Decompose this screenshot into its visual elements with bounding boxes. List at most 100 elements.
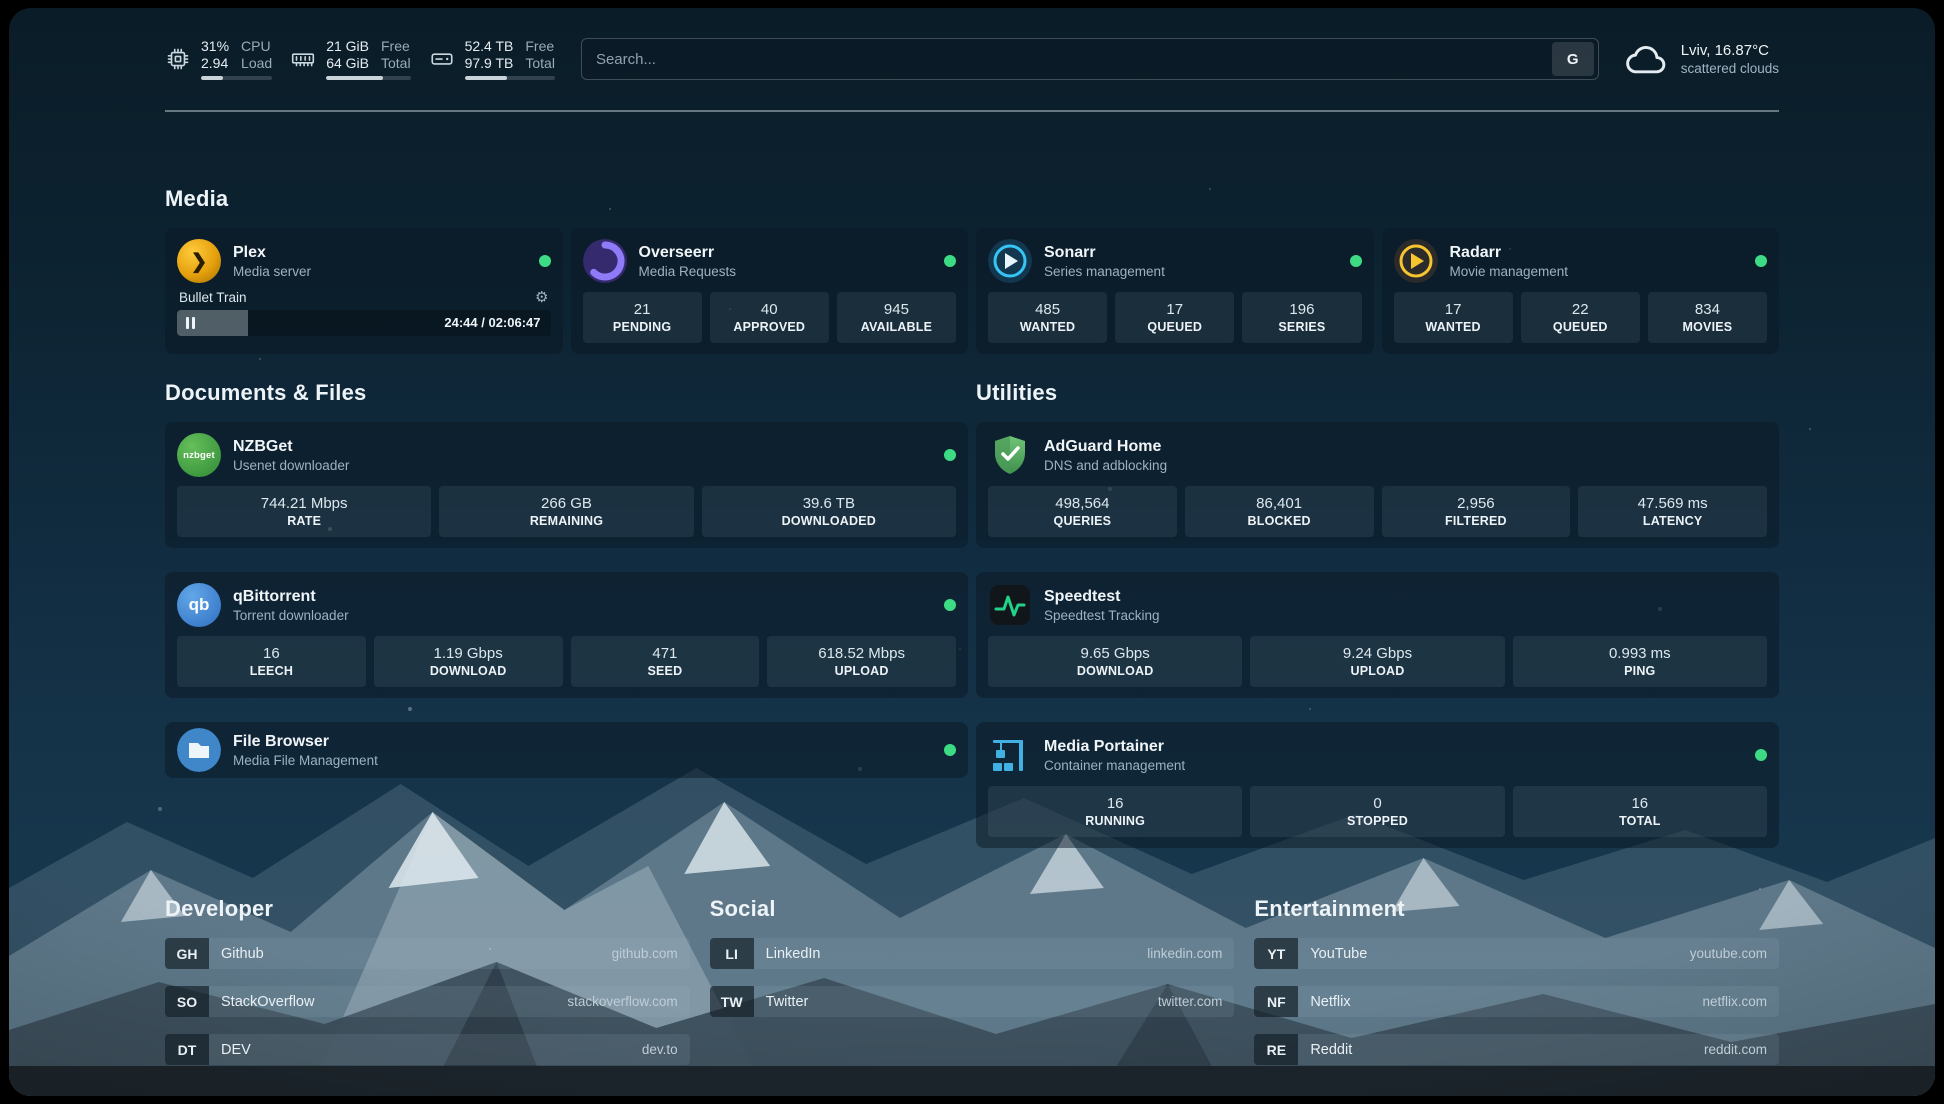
bookmark-stackoverflow[interactable]: SO StackOverflow stackoverflow.com bbox=[165, 986, 690, 1017]
service-card-filebrowser[interactable]: File Browser Media File Management bbox=[165, 722, 968, 778]
search-provider-button[interactable]: G bbox=[1552, 42, 1594, 76]
stat-box: 40 APPROVED bbox=[710, 292, 829, 343]
bookmark-url: dev.to bbox=[642, 1042, 690, 1057]
stat-box: 0.993 ms PING bbox=[1513, 636, 1767, 687]
bookmark-url: github.com bbox=[612, 946, 690, 961]
bookmark-abbr: GH bbox=[165, 938, 209, 969]
section-title-media: Media bbox=[165, 186, 1779, 212]
bookmark-linkedin[interactable]: LI LinkedIn linkedin.com bbox=[710, 938, 1235, 969]
stat-box: 21 PENDING bbox=[583, 292, 702, 343]
resource-widgets: 31% CPU 2.94 Load bbox=[165, 38, 555, 80]
service-card-sonarr[interactable]: Sonarr Series management 485 WANTED 17 Q… bbox=[976, 228, 1374, 354]
section-title-developer: Developer bbox=[165, 896, 690, 922]
nzbget-icon: nzbget bbox=[177, 433, 221, 477]
cpu-usage-label: CPU bbox=[241, 38, 272, 55]
bookmark-abbr: YT bbox=[1254, 938, 1298, 969]
bookmark-abbr: TW bbox=[710, 986, 754, 1017]
stat-box: 266 GB REMAINING bbox=[439, 486, 693, 537]
sonarr-icon bbox=[988, 239, 1032, 283]
stat-label: STOPPED bbox=[1252, 813, 1502, 829]
service-card-speedtest[interactable]: Speedtest Speedtest Tracking 9.65 Gbps D… bbox=[976, 572, 1779, 698]
service-description: Media File Management bbox=[233, 752, 378, 769]
bookmark-url: netflix.com bbox=[1702, 994, 1779, 1009]
stat-box: 16 TOTAL bbox=[1513, 786, 1767, 837]
service-description: Usenet downloader bbox=[233, 457, 349, 474]
cpu-progress-fill bbox=[201, 76, 223, 80]
settings-gear-icon[interactable]: ⚙ bbox=[535, 290, 548, 305]
cpu-widget: 31% CPU 2.94 Load bbox=[165, 38, 272, 80]
service-card-plex[interactable]: ❯ Plex Media server Bullet Train ⚙ bbox=[165, 228, 563, 354]
stat-box: 618.52 Mbps UPLOAD bbox=[767, 636, 956, 687]
adguard-icon bbox=[988, 433, 1032, 477]
stat-label: TOTAL bbox=[1515, 813, 1765, 829]
stat-value: 618.52 Mbps bbox=[769, 644, 954, 663]
service-name: Sonarr bbox=[1044, 243, 1165, 263]
bookmark-twitter[interactable]: TW Twitter twitter.com bbox=[710, 986, 1235, 1017]
stat-label: LEECH bbox=[179, 663, 364, 679]
stat-box: 485 WANTED bbox=[988, 292, 1107, 343]
stat-value: 744.21 Mbps bbox=[179, 494, 429, 513]
service-card-qbittorrent[interactable]: qb qBittorrent Torrent downloader 16 LEE… bbox=[165, 572, 968, 698]
memory-progress-bar bbox=[326, 76, 410, 80]
cpu-load-label: Load bbox=[241, 55, 272, 72]
stat-label: DOWNLOAD bbox=[990, 663, 1240, 679]
stat-value: 9.24 Gbps bbox=[1252, 644, 1502, 663]
disk-progress-fill bbox=[465, 76, 507, 80]
stat-value: 16 bbox=[1515, 794, 1765, 813]
section-media: Media ❯ Plex Media server Bullet Train bbox=[165, 186, 1779, 354]
stat-value: 0.993 ms bbox=[1515, 644, 1765, 663]
stat-label: QUEUED bbox=[1523, 319, 1638, 335]
section-title-social: Social bbox=[710, 896, 1235, 922]
weather-widget[interactable]: Lviv, 16.87°C scattered clouds bbox=[1625, 41, 1779, 77]
service-name: Overseerr bbox=[639, 243, 737, 263]
disk-total-label: Total bbox=[525, 55, 555, 72]
stat-label: UPLOAD bbox=[769, 663, 954, 679]
cpu-usage-value: 31% bbox=[201, 38, 229, 55]
service-card-radarr[interactable]: Radarr Movie management 17 WANTED 22 QUE… bbox=[1382, 228, 1780, 354]
bookmark-abbr: RE bbox=[1254, 1034, 1298, 1065]
stat-box: 498,564 QUERIES bbox=[988, 486, 1177, 537]
pause-icon[interactable] bbox=[186, 317, 195, 329]
stat-label: SEED bbox=[573, 663, 758, 679]
service-description: Container management bbox=[1044, 757, 1185, 774]
stat-label: LATENCY bbox=[1580, 513, 1765, 529]
stat-box: 2,956 FILTERED bbox=[1382, 486, 1571, 537]
service-card-portainer[interactable]: Media Portainer Container management 16 … bbox=[976, 722, 1779, 848]
stat-label: SERIES bbox=[1244, 319, 1359, 335]
search-input[interactable] bbox=[582, 51, 1552, 68]
stat-value: 498,564 bbox=[990, 494, 1175, 513]
cpu-load-value: 2.94 bbox=[201, 55, 229, 72]
service-card-overseerr[interactable]: Overseerr Media Requests 21 PENDING 40 A… bbox=[571, 228, 969, 354]
disk-total-value: 97.9 TB bbox=[465, 55, 514, 72]
weather-condition: scattered clouds bbox=[1681, 60, 1779, 77]
stat-label: REMAINING bbox=[441, 513, 691, 529]
bookmark-name: DEV bbox=[209, 1042, 642, 1058]
playback-progress-bar[interactable]: 24:44 / 02:06:47 bbox=[177, 310, 551, 336]
service-name: Plex bbox=[233, 243, 311, 263]
service-card-adguard[interactable]: AdGuard Home DNS and adblocking 498,564 … bbox=[976, 422, 1779, 548]
stat-box: 86,401 BLOCKED bbox=[1185, 486, 1374, 537]
stat-value: 17 bbox=[1117, 300, 1232, 319]
bookmark-youtube[interactable]: YT YouTube youtube.com bbox=[1254, 938, 1779, 969]
status-indicator bbox=[539, 255, 551, 267]
portainer-icon bbox=[988, 733, 1032, 777]
bookmark-reddit[interactable]: RE Reddit reddit.com bbox=[1254, 1034, 1779, 1065]
stat-box: 47.569 ms LATENCY bbox=[1578, 486, 1767, 537]
top-bar: 31% CPU 2.94 Load bbox=[165, 38, 1779, 80]
bookmark-netflix[interactable]: NF Netflix netflix.com bbox=[1254, 986, 1779, 1017]
service-card-nzbget[interactable]: nzbget NZBGet Usenet downloader 744.21 M… bbox=[165, 422, 968, 548]
stat-label: DOWNLOAD bbox=[376, 663, 561, 679]
memory-widget: 21 GiB Free 64 GiB Total bbox=[290, 38, 410, 80]
bookmark-dev[interactable]: DT DEV dev.to bbox=[165, 1034, 690, 1065]
bookmark-name: YouTube bbox=[1298, 946, 1689, 962]
status-indicator bbox=[1755, 255, 1767, 267]
service-name: Speedtest bbox=[1044, 587, 1160, 607]
stat-value: 47.569 ms bbox=[1580, 494, 1765, 513]
stat-label: AVAILABLE bbox=[839, 319, 954, 335]
now-playing-title: Bullet Train bbox=[179, 290, 247, 305]
bookmark-url: stackoverflow.com bbox=[567, 994, 689, 1009]
bookmark-abbr: SO bbox=[165, 986, 209, 1017]
bookmark-github[interactable]: GH Github github.com bbox=[165, 938, 690, 969]
stat-label: DOWNLOADED bbox=[704, 513, 954, 529]
bookmark-abbr: DT bbox=[165, 1034, 209, 1065]
